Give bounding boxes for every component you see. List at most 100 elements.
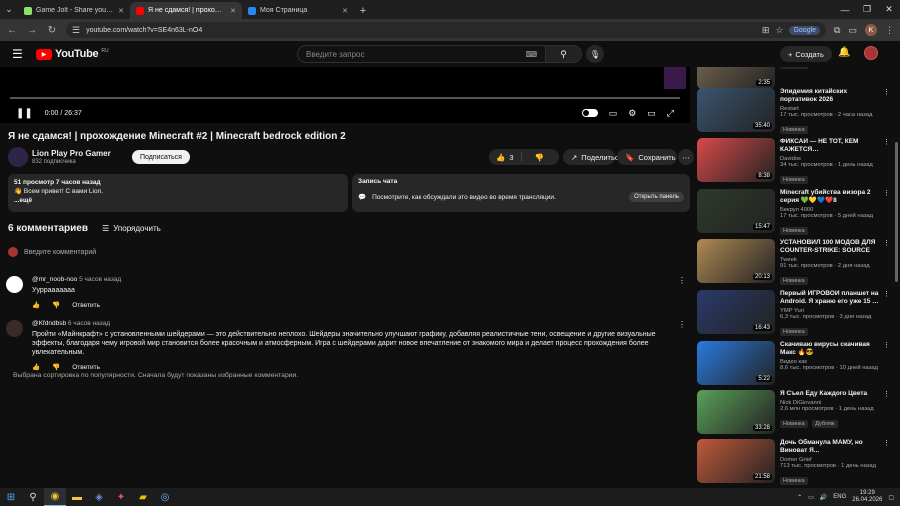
notifications-bell-icon[interactable]: 🔔 xyxy=(838,47,850,58)
thumbs-up-icon[interactable]: 👍 xyxy=(32,363,40,371)
more-actions-button[interactable]: ⋯ xyxy=(678,149,694,165)
save-button[interactable]: 🔖 Сохранить xyxy=(617,149,677,165)
commenter-avatar[interactable] xyxy=(6,320,23,337)
extensions-icon[interactable]: ⧉ xyxy=(834,25,840,36)
voice-search-button[interactable]: 🎙 xyxy=(586,45,604,63)
scrollbar-thumb[interactable] xyxy=(895,142,898,282)
sort-button[interactable]: ☰ Упорядочить xyxy=(102,224,161,233)
menu-dots-icon[interactable]: ⋮ xyxy=(885,25,894,36)
video-thumbnail[interactable]: 8:38 xyxy=(697,138,775,182)
search-input[interactable]: Введите запрос xyxy=(298,50,525,59)
recommended-video[interactable]: 16:43 Первый ИГРОВОЙ планшет на Android. … xyxy=(696,290,890,336)
video-title[interactable]: Скачиваю вирусы скачивая Макс 🔥😎 xyxy=(780,341,880,357)
search-button[interactable]: ⚲ xyxy=(545,46,581,62)
video-menu-icon[interactable]: ⋮ xyxy=(883,138,890,146)
subscribe-button[interactable]: Подписаться xyxy=(132,150,190,164)
video-menu-icon[interactable]: ⋮ xyxy=(883,341,890,349)
profile-avatar[interactable]: K xyxy=(865,24,877,36)
steam-icon[interactable]: ◎ xyxy=(154,488,176,506)
recommended-video[interactable]: 35:40 Эпидемия китайских портативок 2026 R… xyxy=(696,88,890,134)
translate-icon[interactable]: ⊞ xyxy=(762,25,770,36)
site-info-icon[interactable]: ☰ xyxy=(72,25,80,36)
video-thumbnail[interactable]: 2:35 xyxy=(697,67,775,89)
like-button[interactable]: 👍 3 xyxy=(489,152,522,162)
add-comment-row[interactable]: Введите комментарий xyxy=(8,247,690,257)
create-button[interactable]: + Создать xyxy=(780,46,832,62)
search-icon[interactable]: ⚲ xyxy=(22,488,44,506)
video-menu-icon[interactable]: ⋮ xyxy=(883,290,890,298)
video-thumbnail[interactable]: 20:13 xyxy=(697,239,775,283)
video-title[interactable]: ФИКСАЙ — НЕ ТОТ, КЕМ КАЖЕТСЯ… xyxy=(780,138,880,154)
app-icon[interactable]: ✦ xyxy=(110,488,132,506)
comment-author[interactable]: @mr_noob-noo xyxy=(32,276,77,283)
subtitles-icon[interactable]: ▭ xyxy=(609,108,618,119)
video-menu-icon[interactable]: ⋮ xyxy=(883,390,890,398)
autoplay-toggle[interactable] xyxy=(581,109,598,117)
thumbs-down-icon[interactable]: 👎 xyxy=(52,363,60,371)
video-title[interactable]: Эпидемия китайских портативок 2026 xyxy=(780,88,880,104)
video-menu-icon[interactable]: ⋮ xyxy=(883,239,890,247)
maximize-icon[interactable]: ❐ xyxy=(856,0,878,19)
recommended-video[interactable]: 5:22 Скачиваю вирусы скачивая Макс 🔥😎 Виде… xyxy=(696,341,890,387)
youtube-logo[interactable]: ▶ YouTube RU xyxy=(36,48,109,60)
video-thumbnail[interactable]: 5:22 xyxy=(697,341,775,385)
google-badge[interactable]: Google xyxy=(789,25,821,35)
comment-menu-icon[interactable]: ⋮ xyxy=(678,320,686,329)
new-tab-plus-icon[interactable]: + xyxy=(354,2,372,19)
language-indicator[interactable]: ENG xyxy=(833,494,846,500)
comment-author[interactable]: @Kfdndbsb xyxy=(32,320,66,327)
game-icon[interactable]: ▰ xyxy=(132,488,154,506)
video-title[interactable]: Дочь Обманула МАМУ, но Виноват Я... xyxy=(780,439,880,455)
description-box[interactable]: 51 просмотр 7 часов назад 👋 Всем привет!… xyxy=(8,174,348,212)
thumbs-up-icon[interactable]: 👍 xyxy=(32,301,40,309)
share-button[interactable]: ↗ Поделиться xyxy=(563,149,623,165)
video-thumbnail[interactable]: 15:47 xyxy=(697,189,775,233)
video-title[interactable]: Я Съел Еду Каждого Цвета xyxy=(780,390,880,398)
discord-icon[interactable]: ◈ xyxy=(88,488,110,506)
channel-name[interactable]: Lion Play Pro Gamer xyxy=(32,149,111,158)
recommended-video[interactable]: 20:13 УСТАНОВИЛ 100 МОДОВ ДЛЯ COUNTER-STR… xyxy=(696,239,890,285)
channel-avatar[interactable] xyxy=(8,147,28,167)
video-thumbnail[interactable]: 16:43 xyxy=(697,290,775,334)
video-menu-icon[interactable]: ⋮ xyxy=(883,439,890,447)
video-menu-icon[interactable]: ⋮ xyxy=(883,189,890,197)
video-title[interactable]: УСТАНОВИЛ 100 МОДОВ ДЛЯ COUNTER-STRIKE: … xyxy=(780,239,880,255)
reload-icon[interactable]: ↻ xyxy=(46,25,58,36)
clock[interactable]: 19:29 26.04.2026 xyxy=(852,490,882,504)
video-thumbnail[interactable]: 33:28 xyxy=(697,390,775,434)
tab-gamejolt[interactable]: Game Jolt - Share your creation ✕ xyxy=(18,2,130,19)
page-scrollbar[interactable] xyxy=(894,67,899,488)
video-title[interactable]: Первый ИГРОВОЙ планшет на Android. Я хра… xyxy=(780,290,880,306)
description-more-link[interactable]: ...ещё xyxy=(14,196,342,205)
video-thumbnail[interactable]: 35:40 xyxy=(697,88,775,132)
reply-button[interactable]: Ответить xyxy=(72,302,100,309)
settings-gear-icon[interactable]: ⚙ xyxy=(628,108,636,119)
minimize-icon[interactable]: — xyxy=(834,0,856,19)
recommended-video[interactable]: 8:38 ФИКСАЙ — НЕ ТОТ, КЕМ КАЖЕТСЯ… Davidos… xyxy=(696,138,890,184)
close-tab-icon[interactable]: ✕ xyxy=(118,7,124,15)
video-title[interactable]: Minecraft убийства визора 2 серия 💚💛💙❤️8 xyxy=(780,189,880,205)
recommended-video[interactable]: 33:28 Я Съел Еду Каждого Цвета Nick DiGiov… xyxy=(696,390,890,436)
video-menu-icon[interactable]: ⋮ xyxy=(883,88,890,96)
forward-arrow-icon[interactable]: → xyxy=(26,25,38,36)
address-bar[interactable]: ☰ youtube.com/watch?v=SE4n63L-nO4 ⊞ ☆ Go… xyxy=(66,22,827,38)
sidepanel-icon[interactable]: ▭ xyxy=(848,25,857,36)
recommended-video[interactable]: 15:47 Minecraft убийства визора 2 серия 💚… xyxy=(696,189,890,235)
reply-button[interactable]: Ответить xyxy=(72,364,100,371)
tab-youtube[interactable]: Я не сдамся! | прохождение M ✕ xyxy=(130,2,242,19)
volume-icon[interactable]: 🔊 xyxy=(820,494,827,501)
tray-overflow-icon[interactable]: ⌃ xyxy=(797,494,802,501)
open-panel-button[interactable]: Открыть панель xyxy=(629,192,684,202)
commenter-avatar[interactable] xyxy=(6,276,23,293)
back-arrow-icon[interactable]: ← xyxy=(6,25,18,36)
theater-mode-icon[interactable]: ▭ xyxy=(647,108,656,119)
video-thumbnail[interactable]: 21:58 xyxy=(697,439,775,483)
windows-start-icon[interactable]: ⊞ xyxy=(0,488,22,506)
file-explorer-icon[interactable]: ▬ xyxy=(66,488,88,506)
video-player[interactable]: ❚❚ 0:00 / 26:37 ▭ ⚙ ▭ ⤢ xyxy=(0,67,690,123)
network-icon[interactable]: ▭ xyxy=(808,494,814,501)
comment-menu-icon[interactable]: ⋮ xyxy=(678,276,686,285)
notifications-icon[interactable]: ▢ xyxy=(888,494,894,501)
tab-vk[interactable]: Моя Страница ✕ xyxy=(242,2,354,19)
progress-bar[interactable] xyxy=(10,97,680,99)
